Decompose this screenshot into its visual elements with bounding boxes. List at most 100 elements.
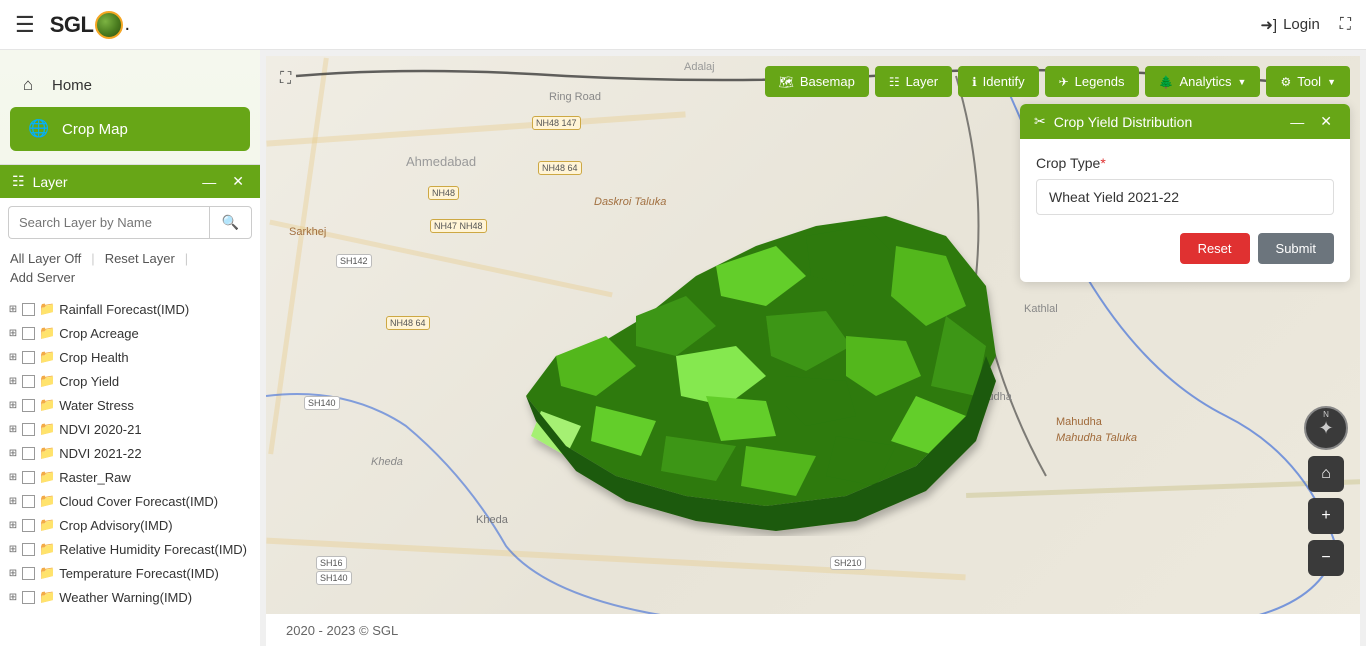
layer-tree-item[interactable]: ⊞📁Temperature Forecast(IMD)	[8, 561, 252, 585]
legends-icon: ✈	[1059, 75, 1069, 89]
map-nav-controls: N ✦ ⌂ + −	[1304, 406, 1348, 576]
map-label-sarkhej: Sarkhej	[289, 226, 326, 238]
minimize-icon[interactable]: —	[1286, 114, 1308, 130]
reset-layer-action[interactable]: Reset Layer	[105, 251, 175, 266]
minimize-icon[interactable]: —	[198, 174, 220, 190]
layer-icon: ☷	[889, 75, 900, 89]
expand-icon[interactable]: ⊞	[8, 496, 18, 507]
close-icon[interactable]: ✕	[228, 173, 248, 190]
checkbox[interactable]	[22, 471, 35, 484]
legends-button[interactable]: ✈Legends	[1045, 66, 1139, 97]
tool-button[interactable]: ⚙Tool▼	[1266, 66, 1350, 97]
checkbox[interactable]	[22, 591, 35, 604]
checkbox[interactable]	[22, 351, 35, 364]
folder-icon: 📁	[39, 445, 55, 461]
nav-item-home[interactable]: ⌂ Home	[0, 63, 260, 107]
expand-icon[interactable]: ⊞	[8, 352, 18, 363]
layer-tree-item[interactable]: ⊞ 📁 Rainfall Forecast(IMD)	[8, 297, 252, 321]
folder-icon: 📁	[39, 541, 55, 557]
layer-tree-label: Cloud Cover Forecast(IMD)	[59, 494, 218, 509]
shield-nh48147: NH48 147	[532, 116, 581, 130]
layer-button[interactable]: ☷Layer	[875, 66, 952, 97]
layer-tree-item[interactable]: ⊞📁Raster_Raw	[8, 465, 252, 489]
expand-icon[interactable]: ⊞	[8, 376, 18, 387]
expand-icon[interactable]: ⊞	[8, 304, 18, 315]
layer-tree-item[interactable]: ⊞📁Crop Acreage	[8, 321, 252, 345]
all-layer-off-action[interactable]: All Layer Off	[10, 251, 81, 266]
layer-search-button[interactable]: 🔍	[209, 206, 252, 239]
nav-item-crop-map[interactable]: 🌐Crop Map	[10, 107, 250, 151]
footer-text: 2020 - 2023 © SGL	[286, 623, 398, 638]
nav-item-label: Crop Map	[62, 121, 128, 138]
expand-icon[interactable]: ⊞	[8, 520, 18, 531]
layer-tree-item[interactable]: ⊞📁Crop Health	[8, 345, 252, 369]
layer-tree-item[interactable]: ⊞📁Weather Warning(IMD)	[8, 585, 252, 609]
checkbox[interactable]	[22, 423, 35, 436]
expand-icon[interactable]: ⊞	[8, 424, 18, 435]
fullscreen-icon[interactable]: ⛶	[1340, 16, 1351, 34]
add-server-action[interactable]: Add Server	[10, 270, 75, 285]
expand-icon[interactable]: ⊞	[8, 328, 18, 339]
basemap-button[interactable]: 🗺Basemap	[765, 66, 869, 97]
layer-tree-item[interactable]: ⊞📁Water Stress	[8, 393, 252, 417]
analytics-button[interactable]: 🌲Analytics▼	[1145, 66, 1261, 97]
layer-search-input[interactable]	[8, 206, 209, 239]
layer-tree-item[interactable]: ⊞📁Crop Yield	[8, 369, 252, 393]
home-icon: ⌂	[18, 75, 38, 95]
globe-icon	[95, 11, 123, 39]
checkbox[interactable]	[22, 375, 35, 388]
submit-button[interactable]: Submit	[1258, 233, 1334, 264]
layer-tree-item[interactable]: ⊞📁NDVI 2020-21	[8, 417, 252, 441]
home-icon: ⌂	[1321, 465, 1331, 483]
expand-icon[interactable]: ⊞	[8, 472, 18, 483]
map-expand-icon[interactable]: ⛶	[280, 70, 291, 88]
checkbox[interactable]	[22, 519, 35, 532]
map-tool-label: Basemap	[800, 74, 855, 89]
logo-text: SGL	[50, 12, 94, 38]
expand-icon[interactable]: ⊞	[8, 544, 18, 555]
expand-icon[interactable]: ⊞	[8, 592, 18, 603]
expand-icon[interactable]: ⊞	[8, 400, 18, 411]
layer-tree-label: Crop Health	[59, 350, 128, 365]
map-area[interactable]: Ahmedabad Kheda Kheda Mahudha Mahudha Ta…	[266, 56, 1360, 646]
zoom-in-button[interactable]: +	[1308, 498, 1344, 534]
layer-tree[interactable]: ⊞📁Rainfall Forecast(IMD)⊞📁Crop Acreage⊞📁…	[0, 293, 260, 646]
nav-item-label: Home	[52, 77, 92, 94]
yield-panel-header: ✂ Crop Yield Distribution — ✕	[1020, 104, 1350, 139]
checkbox[interactable]	[22, 567, 35, 580]
expand-icon[interactable]: ⊞	[8, 448, 18, 459]
identify-button[interactable]: ℹIdentify	[958, 66, 1038, 97]
layer-tree-item[interactable]: ⊞📁Cloud Cover Forecast(IMD)	[8, 489, 252, 513]
folder-icon: 📁	[39, 301, 55, 317]
logo[interactable]: SGL .	[50, 11, 130, 39]
layer-tree-label: Rainfall Forecast(IMD)	[59, 302, 189, 317]
folder-icon: 📁	[39, 421, 55, 437]
minus-icon: −	[1321, 549, 1330, 567]
hamburger-icon[interactable]: ☰	[15, 12, 35, 38]
layer-tree-label: Crop Yield	[59, 374, 119, 389]
zoom-out-button[interactable]: −	[1308, 540, 1344, 576]
checkbox[interactable]	[22, 447, 35, 460]
map-label-adalaj: Adalaj	[684, 61, 715, 73]
layer-tree-item[interactable]: ⊞📁Relative Humidity Forecast(IMD)	[8, 537, 252, 561]
layer-tree-label: Temperature Forecast(IMD)	[59, 566, 219, 581]
crop-type-select[interactable]: Wheat Yield 2021-22	[1036, 179, 1334, 215]
checkbox[interactable]	[22, 495, 35, 508]
layer-tree-item[interactable]: ⊞📁Crop Advisory(IMD)	[8, 513, 252, 537]
close-icon[interactable]: ✕	[1316, 113, 1336, 130]
reset-button[interactable]: Reset	[1180, 233, 1250, 264]
checkbox[interactable]	[22, 399, 35, 412]
checkbox[interactable]	[22, 303, 35, 316]
shield-sh140b: SH140	[316, 571, 352, 585]
expand-icon[interactable]: ⊞	[8, 568, 18, 579]
checkbox[interactable]	[22, 327, 35, 340]
crop-icon: ✂	[1034, 113, 1046, 130]
layer-tree-label: Crop Advisory(IMD)	[59, 518, 172, 533]
login-button[interactable]: ➜] Login	[1260, 16, 1319, 34]
choropleth-3d	[486, 156, 1026, 536]
layer-tree-item[interactable]: ⊞📁NDVI 2021-22	[8, 441, 252, 465]
map-label-ringroad: Ring Road	[549, 91, 601, 103]
checkbox[interactable]	[22, 543, 35, 556]
home-button[interactable]: ⌂	[1308, 456, 1344, 492]
compass-button[interactable]: N ✦	[1304, 406, 1348, 450]
